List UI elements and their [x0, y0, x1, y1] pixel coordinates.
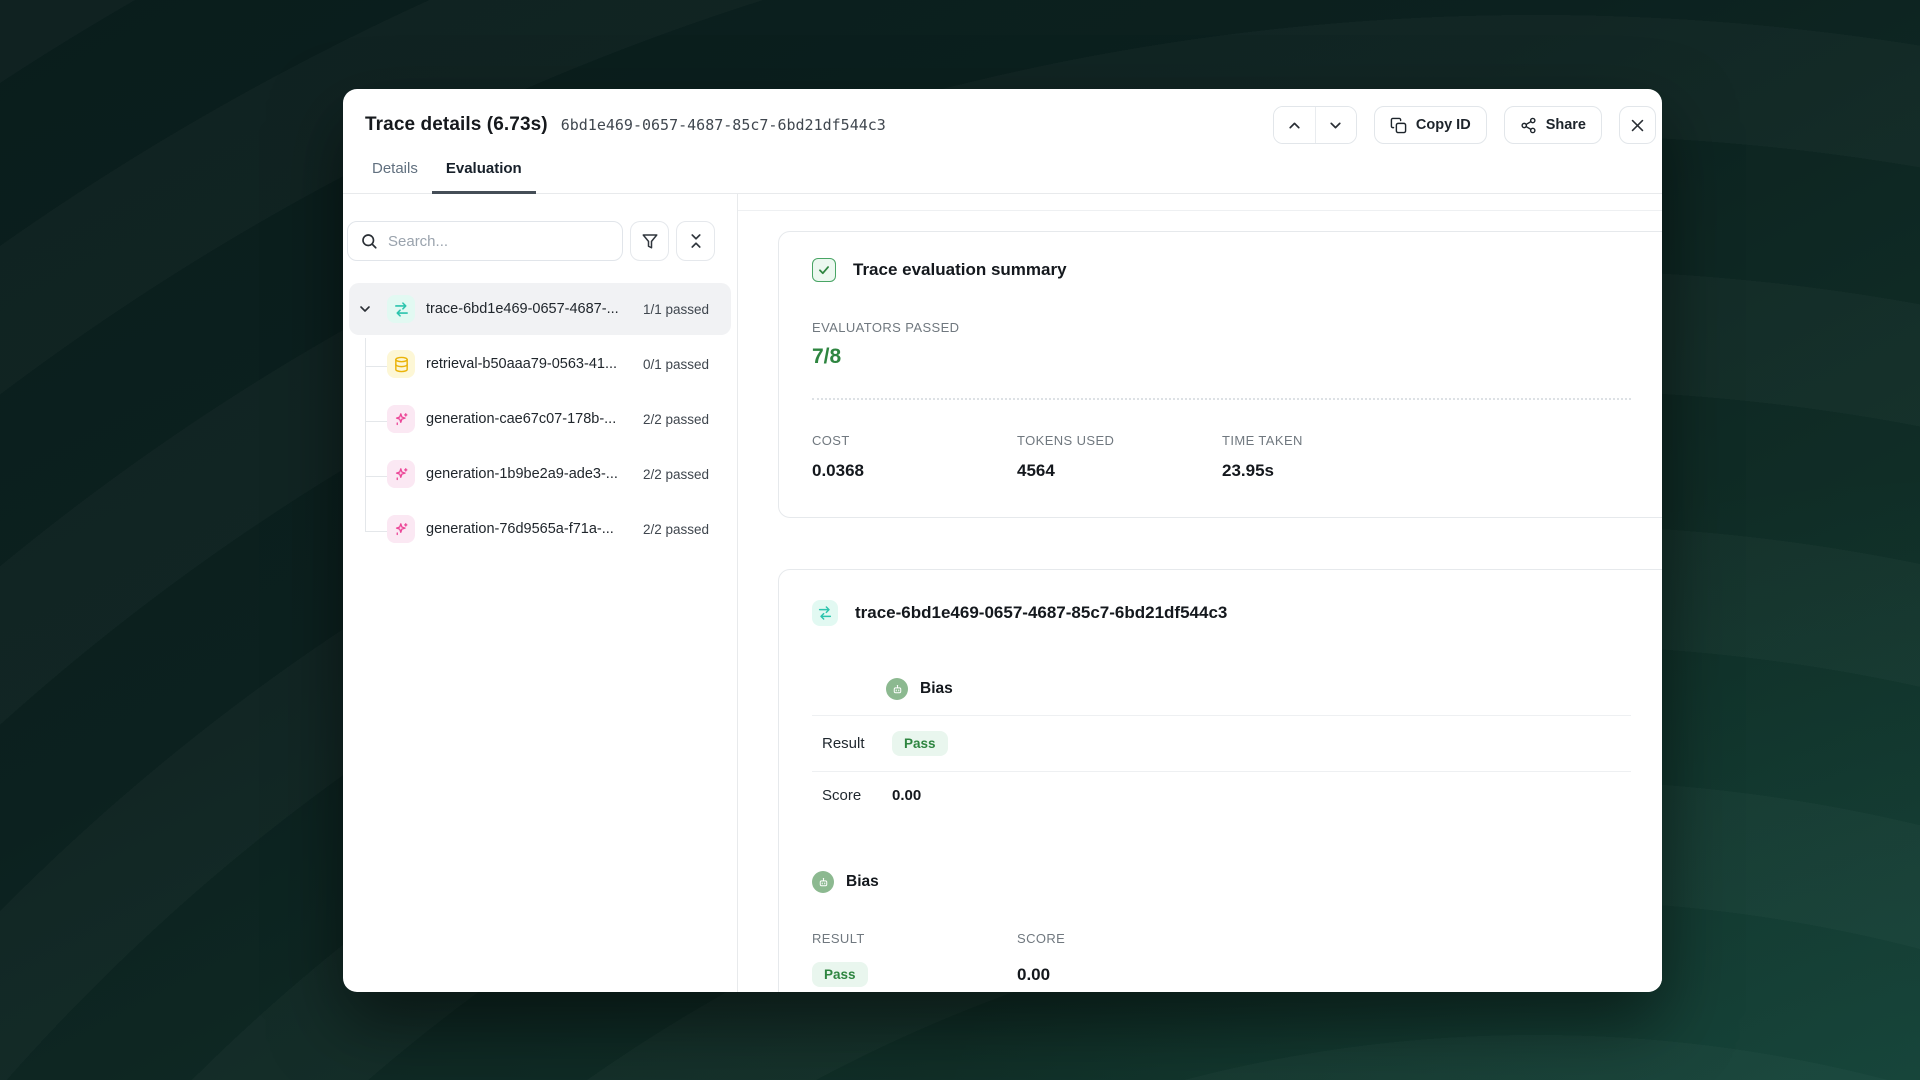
trace-tree: trace-6bd1e469-0657-4687-... 1/1 passed … [347, 283, 737, 555]
node-status: 2/2 passed [643, 522, 709, 537]
close-button[interactable] [1619, 106, 1656, 144]
trace-id-text: 6bd1e469-0657-4687-85c7-6bd21df544c3 [561, 116, 886, 134]
node-name: generation-1b9be2a9-ade3-... [426, 466, 618, 482]
copy-id-label: Copy ID [1416, 117, 1471, 133]
tree-row-trace[interactable]: trace-6bd1e469-0657-4687-... 1/1 passed [349, 283, 731, 335]
search-box [347, 221, 623, 261]
tree-row-retrieval[interactable]: retrieval-b50aaa79-0563-41... 0/1 passed [349, 338, 731, 390]
stat-label: COST [812, 433, 1017, 448]
stat-value: 4564 [1017, 461, 1222, 481]
score-label: Score [822, 787, 892, 804]
node-name: generation-76d9565a-f71a-... [426, 521, 614, 537]
trace-tree-sidebar: trace-6bd1e469-0657-4687-... 1/1 passed … [343, 194, 738, 992]
stat-label: TOKENS USED [1017, 433, 1222, 448]
section-name: Bias [920, 680, 953, 698]
chevrons-down-up-icon [687, 232, 705, 250]
stat-time: TIME TAKEN 23.95s [1222, 433, 1631, 481]
tab-evaluation[interactable]: Evaluation [432, 160, 536, 194]
robot-icon [812, 871, 834, 893]
sparkles-icon [387, 405, 415, 433]
bias-section-header: Bias [886, 678, 1631, 700]
dotted-divider [812, 398, 1631, 400]
result-pass-badge: Pass [812, 962, 868, 987]
evaluators-passed-value: 7/8 [812, 345, 1631, 369]
score-value: 0.00 [1017, 965, 1631, 985]
modal-header: Trace details (6.73s) 6bd1e469-0657-4687… [343, 105, 1662, 145]
header-actions: Copy ID Share [1273, 106, 1656, 144]
trace-evaluation-summary-card: Trace evaluation summary EVALUATORS PASS… [778, 231, 1662, 518]
database-icon [387, 350, 415, 378]
node-status: 2/2 passed [643, 412, 709, 427]
panel-top-divider [738, 194, 1662, 211]
tree-row-generation-3[interactable]: generation-76d9565a-f71a-... 2/2 passed [349, 503, 731, 555]
result-column-label: RESULT [812, 931, 1017, 946]
chevron-down-icon [1327, 117, 1344, 134]
node-status: 0/1 passed [643, 357, 709, 372]
close-icon [1629, 117, 1646, 134]
collapse-all-button[interactable] [676, 221, 715, 261]
bias-section-header-2: Bias [812, 871, 1631, 893]
chevron-up-icon [1286, 117, 1303, 134]
modal-title: Trace details (6.73s) [365, 114, 548, 136]
trace-nav-group [1273, 106, 1357, 144]
section-name: Bias [846, 873, 879, 891]
node-name: generation-cae67c07-178b-... [426, 411, 616, 427]
previous-trace-button[interactable] [1274, 107, 1315, 143]
stat-label: TIME TAKEN [1222, 433, 1631, 448]
trace-detail-card: trace-6bd1e469-0657-4687-85c7-6bd21df544… [778, 569, 1662, 992]
trace-card-title: trace-6bd1e469-0657-4687-85c7-6bd21df544… [855, 603, 1227, 623]
node-status: 2/2 passed [643, 467, 709, 482]
result-row: Result Pass [812, 716, 1631, 771]
tree-row-generation-2[interactable]: generation-1b9be2a9-ade3-... 2/2 passed [349, 448, 731, 500]
node-name: retrieval-b50aaa79-0563-41... [426, 356, 617, 372]
result-score-values: Pass 0.00 [812, 962, 1631, 987]
sparkles-icon [387, 460, 415, 488]
stat-value: 0.0368 [812, 461, 1017, 481]
search-icon [360, 232, 378, 250]
trace-icon [812, 600, 838, 626]
score-column-label: SCORE [1017, 931, 1631, 946]
share-button[interactable]: Share [1504, 106, 1602, 144]
sidebar-toolbar [347, 221, 737, 261]
copy-icon [1390, 117, 1407, 134]
check-square-icon [812, 258, 836, 282]
node-name: trace-6bd1e469-0657-4687-... [426, 301, 619, 317]
summary-card-title: Trace evaluation summary [853, 260, 1067, 280]
chevron-down-icon[interactable] [357, 301, 373, 317]
copy-id-button[interactable]: Copy ID [1374, 106, 1487, 144]
tab-details[interactable]: Details [358, 160, 432, 194]
desktop-background: { "header": { "title": "Trace details (6… [0, 0, 1920, 1080]
filter-icon [641, 232, 659, 250]
share-label: Share [1546, 117, 1586, 133]
score-row: Score 0.00 [812, 772, 1631, 819]
search-input[interactable] [388, 233, 610, 250]
evaluators-passed-label: EVALUATORS PASSED [812, 320, 1631, 335]
node-status: 1/1 passed [643, 302, 709, 317]
tree-row-generation-1[interactable]: generation-cae67c07-178b-... 2/2 passed [349, 393, 731, 445]
stat-tokens: TOKENS USED 4564 [1017, 433, 1222, 481]
result-score-labels: RESULT SCORE [812, 931, 1631, 946]
result-label: Result [822, 735, 892, 752]
stat-value: 23.95s [1222, 461, 1631, 481]
next-trace-button[interactable] [1315, 107, 1356, 143]
trace-details-modal: Trace details (6.73s) 6bd1e469-0657-4687… [343, 89, 1662, 992]
result-pass-badge: Pass [892, 731, 948, 756]
trace-icon [387, 295, 415, 323]
evaluation-panel: Trace evaluation summary EVALUATORS PASS… [738, 194, 1662, 992]
tab-bar: Details Evaluation [343, 160, 1662, 194]
sparkles-icon [387, 515, 415, 543]
stat-cost: COST 0.0368 [812, 433, 1017, 481]
filter-button[interactable] [630, 221, 669, 261]
score-value: 0.00 [892, 787, 1631, 804]
summary-stats: COST 0.0368 TOKENS USED 4564 TIME TAKEN … [812, 433, 1631, 481]
share-icon [1520, 117, 1537, 134]
robot-icon [886, 678, 908, 700]
